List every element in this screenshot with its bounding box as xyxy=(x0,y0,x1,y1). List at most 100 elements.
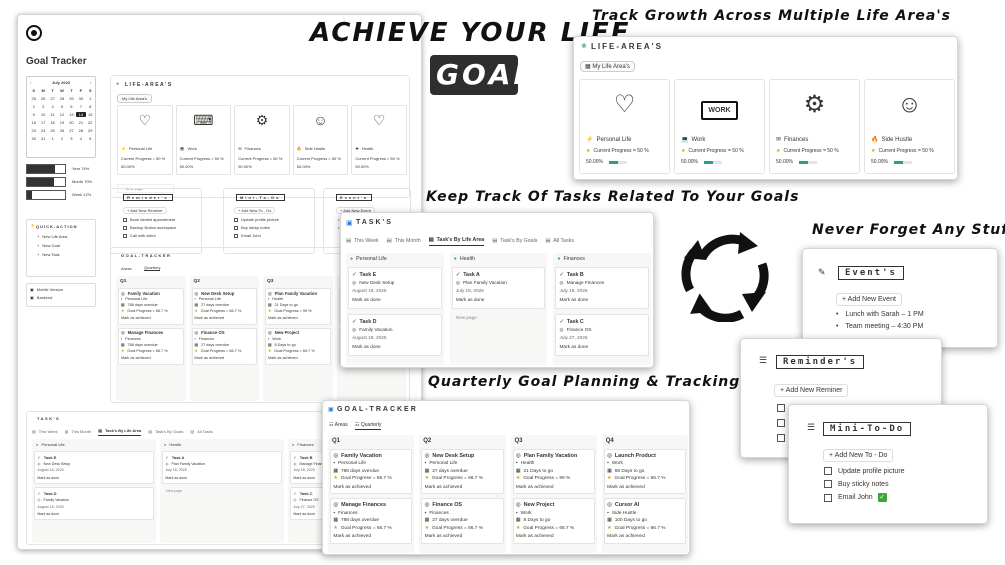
goal-card[interactable]: ◎Launch Product▪Work▦88 Days to go★Goal … xyxy=(603,448,686,495)
calendar-day[interactable]: 1 xyxy=(86,96,95,101)
new-page-button[interactable]: New page xyxy=(452,314,546,323)
mark-achieved-button[interactable]: Mark as achieved xyxy=(516,484,591,491)
calendar-day[interactable]: 16 xyxy=(29,120,38,125)
mark-done-button[interactable]: Mark as done xyxy=(456,297,541,305)
calendar-day[interactable]: 2 xyxy=(57,136,66,141)
mark-done-button[interactable]: Mark as done xyxy=(559,297,644,305)
task-card[interactable]: ✓ Task B ◎ Manage Finances July 18, 2025 Mark… xyxy=(555,267,650,310)
life-area-card-item[interactable]: ⚙ ✉ Finances ★ Current Progress = 50 % 50.00% xyxy=(769,79,860,174)
dash-add-reminder-button[interactable]: + Add New Reminer xyxy=(123,207,167,214)
calendar-day[interactable]: 3 xyxy=(67,136,76,141)
goal-card[interactable]: ◎ New Project ▪ Work ▦ 8 Days to go ★ Goal Prog… xyxy=(265,327,331,365)
todo-item[interactable]: Buy sticky notes xyxy=(824,480,905,488)
mark-achieved-button[interactable]: Mark as achieved xyxy=(607,484,682,491)
calendar-day[interactable]: 5 xyxy=(57,104,66,109)
calendar-day[interactable]: 25 xyxy=(48,128,57,133)
goal-card[interactable]: ◎ Plan Family Vacation ▪ Health ▦ 21 Days to … xyxy=(512,448,595,495)
todo-item[interactable]: Email John ✓ xyxy=(824,493,905,502)
calendar-day[interactable]: 19 xyxy=(57,120,66,125)
reminder-checkbox-3[interactable] xyxy=(777,434,785,442)
goal-card[interactable]: ◎ Family Vacation ▪ Personal Life ▦ 788 days … xyxy=(118,287,184,325)
calendar-day[interactable]: 28 xyxy=(57,96,66,101)
todo-checkbox[interactable] xyxy=(824,480,832,488)
goal-card[interactable]: ◎Cursor AI▪Side Hustle▦100 Days to go★Go… xyxy=(603,498,686,544)
reminder-checkbox-1[interactable] xyxy=(777,404,785,412)
life-area-card-item[interactable]: ♡ ⚡ Personal Life ★ Current Progress = 50 % 5… xyxy=(579,79,670,174)
calendar-day[interactable]: 31 xyxy=(38,136,47,141)
checklist-item[interactable]: Buy sticky notes xyxy=(234,225,279,230)
reminder-checkbox-2[interactable] xyxy=(777,419,785,427)
mark-done-button[interactable]: Mark as done xyxy=(165,475,278,481)
life-area-card-item[interactable]: ☺ 🔥 Side Hustle ★ Current Progress = 50 % 50.… xyxy=(864,79,955,174)
calendar-day[interactable]: 11 xyxy=(48,112,57,117)
calendar-day[interactable]: 20 xyxy=(67,120,76,125)
calendar-day[interactable]: 27 xyxy=(48,96,57,101)
calendar-day[interactable]: 26 xyxy=(57,128,66,133)
calendar-day[interactable]: 24 xyxy=(38,128,47,133)
mark-done-button[interactable]: Mark as done xyxy=(352,297,437,305)
tab-this-month[interactable]: ▤ This Month xyxy=(65,428,92,436)
dash-life-area-card[interactable]: ☺ 🔥 Side Hustle Current Progress = 50 % 50.0… xyxy=(292,105,349,175)
task-card[interactable]: ✓ Task A ◎ Plan Family Vacation July 18, 202… xyxy=(162,451,282,485)
goal-card[interactable]: ◎ New Project ▪ Work ▦ 8 Days to go ★ Goal Prog… xyxy=(512,498,595,544)
mark-achieved-button[interactable]: Mark as achieved xyxy=(121,356,181,362)
mark-achieved-button[interactable]: Mark as achieved xyxy=(194,316,254,322)
calendar-day[interactable]: 22 xyxy=(86,120,95,125)
life-area-card-item[interactable]: WORK 💻 Work ★ Current Progress = 50 % 50.00% xyxy=(674,79,765,174)
add-reminder-button[interactable]: + Add New Reminer xyxy=(774,384,849,397)
goal-card[interactable]: ◎ Manage Finances ▪ Finances ▦ 788 days overd… xyxy=(330,498,413,544)
mini-calendar[interactable]: July 2023 ‹ › S M T W T F S 25 26 27 28 29 30 1 2 3 4 5 6 7… xyxy=(26,76,96,158)
task-card[interactable]: ✓ Task C ◎ Finance OS July 27, 2025 Mark as d… xyxy=(555,313,650,356)
dash-life-area-card[interactable]: ♡ ✚ Health Current Progress = 50 % 50.00% xyxy=(351,105,407,175)
goal-card[interactable]: ◎ Finance OS ▪ Finances ▦ 27 days overdue ★ Goa… xyxy=(191,327,257,365)
checklist-item[interactable]: Call with client xyxy=(123,233,176,238)
tab-all-tasks[interactable]: ▤ All Tasks xyxy=(190,428,213,436)
tab-task-s-by-goals[interactable]: ▤ Task's By Goals xyxy=(492,237,537,246)
goal-card[interactable]: ◎ Finance OS ▪ Finances ▦ 27 days overdue ★ Goa… xyxy=(421,498,504,544)
mark-achieved-button[interactable]: Mark as achieved xyxy=(268,356,328,362)
calendar-day[interactable]: 2 xyxy=(29,104,38,109)
new-page-button[interactable]: New page xyxy=(162,487,282,495)
checkbox[interactable] xyxy=(234,233,238,238)
dash-goal-tab-areas[interactable]: Areas xyxy=(121,266,131,271)
mark-achieved-button[interactable]: Mark as achieved xyxy=(607,533,682,540)
tab-task-s-by-goals[interactable]: ▤ Task's By Goals xyxy=(148,428,183,436)
calendar-day[interactable]: 29 xyxy=(67,96,76,101)
calendar-day[interactable]: 8 xyxy=(86,104,95,109)
tab-this-month[interactable]: ▤ This Month xyxy=(387,237,421,246)
calendar-day[interactable]: 12 xyxy=(57,112,66,117)
tab-this-week[interactable]: ▤ This Week xyxy=(346,237,379,246)
dash-add-todo-button[interactable]: + Add New To - Do xyxy=(234,207,276,214)
tab-all-tasks[interactable]: ▤ All Tasks xyxy=(545,237,574,246)
mark-achieved-button[interactable]: Mark as achieved xyxy=(425,484,500,491)
calendar-day[interactable]: 4 xyxy=(76,136,85,141)
goal-card[interactable]: ◎ New Desk Setup ▪ Personal Life ▦ 27 days ov… xyxy=(421,448,504,495)
calendar-day[interactable]: 15 xyxy=(86,112,95,117)
calendar-day[interactable]: 4 xyxy=(48,104,57,109)
goal-card[interactable]: ◎ Manage Finances ▪ Finances ▦ 788 days overd… xyxy=(118,327,184,365)
mark-achieved-button[interactable]: Mark as achieved xyxy=(121,316,181,322)
calendar-day[interactable]: 7 xyxy=(76,104,85,109)
checkbox[interactable] xyxy=(123,225,127,230)
other-link[interactable]: ▣ Mobile Version xyxy=(30,287,92,292)
mark-achieved-button[interactable]: Mark as achieved xyxy=(194,356,254,362)
calendar-day[interactable]: 10 xyxy=(38,112,47,117)
todo-checkbox[interactable] xyxy=(824,493,832,502)
tab-task-s-by-life-area[interactable]: ▤ Task's By Life Area xyxy=(428,237,485,246)
calendar-day[interactable]: 21 xyxy=(76,120,85,125)
calendar-next-icon[interactable]: › xyxy=(90,80,91,85)
dash-view-tab[interactable]: My Life Area's xyxy=(117,94,152,103)
task-card[interactable]: ✓ Task E ◎ New Desk Setup August 18, 2025 Mar… xyxy=(348,267,442,310)
checkbox[interactable] xyxy=(123,217,127,222)
calendar-day[interactable]: 5 xyxy=(86,136,95,141)
tab-this-week[interactable]: ▤ This Week xyxy=(32,428,58,436)
calendar-day[interactable]: 1 xyxy=(48,136,57,141)
calendar-day[interactable]: 30 xyxy=(29,136,38,141)
dash-life-area-card[interactable]: ⚙ ✉ Finances Current Progress = 50 % 50.00% xyxy=(234,105,290,175)
calendar-prev-icon[interactable]: ‹ xyxy=(30,80,31,85)
calendar-day[interactable]: 29 xyxy=(86,128,95,133)
mark-done-button[interactable]: Mark as done xyxy=(37,475,150,481)
calendar-day[interactable]: 18 xyxy=(48,120,57,125)
calendar-day[interactable]: 14 xyxy=(76,112,86,117)
calendar-day[interactable]: 26 xyxy=(38,96,47,101)
